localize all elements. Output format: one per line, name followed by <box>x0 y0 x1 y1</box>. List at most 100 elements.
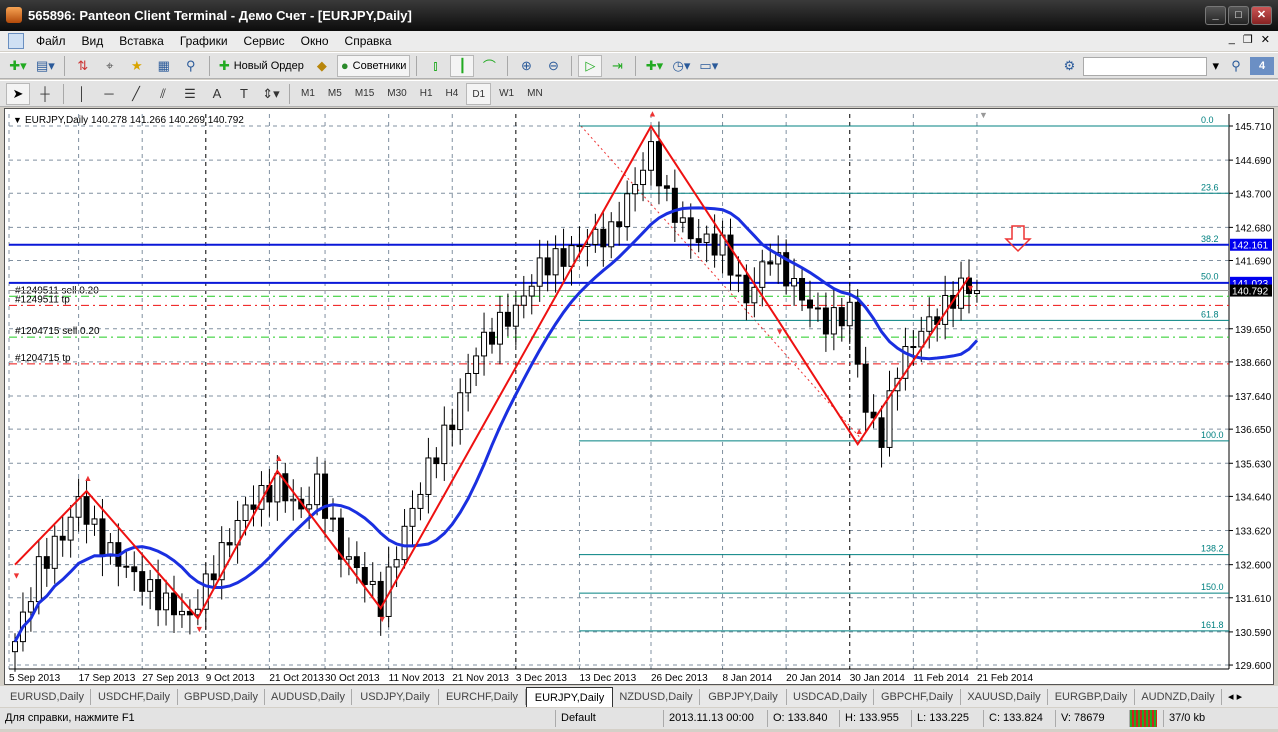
crosshair-icon[interactable]: ┼ <box>33 83 57 105</box>
timeframe-m15[interactable]: M15 <box>350 83 379 105</box>
timeframe-w1[interactable]: W1 <box>494 83 519 105</box>
chart-tab[interactable]: XAUUSD,Daily <box>961 688 1048 705</box>
candle-body <box>799 278 806 301</box>
timeframe-m30[interactable]: M30 <box>382 83 411 105</box>
bar-chart-icon[interactable]: ⫾ <box>423 55 447 77</box>
profiles-icon[interactable]: ▤▾ <box>33 55 58 77</box>
mdi-close-button[interactable]: ✕ <box>1261 33 1270 46</box>
timeframe-m1[interactable]: M1 <box>296 83 320 105</box>
candle-body <box>838 307 845 327</box>
candle-body <box>163 592 170 611</box>
fibonacci-icon[interactable]: ☰ <box>178 83 202 105</box>
timeframe-h4[interactable]: H4 <box>441 83 464 105</box>
date-tick-label: 30 Oct 2013 <box>325 673 380 684</box>
menu-tools[interactable]: Сервис <box>236 34 293 48</box>
fibo-level-label: 161.8 <box>1201 620 1224 630</box>
chart-tab[interactable]: EURUSD,Daily <box>4 688 91 705</box>
chart-tab[interactable]: USDCAD,Daily <box>787 688 874 705</box>
zoom-out-icon[interactable]: ⊖ <box>541 55 565 77</box>
chart-shift-icon[interactable]: ⇥ <box>605 55 629 77</box>
timeframe-d1[interactable]: D1 <box>466 82 492 105</box>
maximize-button[interactable]: □ <box>1228 6 1249 25</box>
price-chart[interactable]: 145.710 144.690 143.700 142.680 141.690 139.6… <box>5 109 1273 684</box>
fractal-down-icon: ▼ <box>775 326 784 336</box>
candle-body <box>846 301 853 327</box>
moving-average-line <box>13 206 979 643</box>
templates-icon[interactable]: ▭▾ <box>696 55 721 77</box>
strategy-tester-icon[interactable]: ⚲ <box>179 55 203 77</box>
cursor-icon[interactable]: ➤ <box>6 82 30 105</box>
date-tick-label: 5 Sep 2013 <box>9 673 61 684</box>
candle-body <box>822 307 829 335</box>
gear-icon[interactable]: ⚙ <box>1057 55 1081 77</box>
fractal-down-icon: ▼ <box>378 614 387 624</box>
candle-body <box>91 518 98 525</box>
search-icon[interactable]: ⚲ <box>1224 55 1248 77</box>
text-label-icon[interactable]: T <box>232 83 256 105</box>
new-order-button[interactable]: ✚ Новый Ордер <box>216 55 307 77</box>
menu-help[interactable]: Справка <box>337 34 400 48</box>
timeframe-m5[interactable]: M5 <box>323 83 347 105</box>
terminal-icon[interactable]: ▦ <box>152 55 176 77</box>
chart-tab[interactable]: GBPUSD,Daily <box>178 688 265 705</box>
chart-tab[interactable]: GBPJPY,Daily <box>700 688 787 705</box>
candle-body <box>401 525 408 561</box>
chart-tab[interactable]: AUDNZD,Daily <box>1135 688 1222 705</box>
menu-window[interactable]: Окно <box>293 34 337 48</box>
trendline-icon[interactable]: ╱ <box>124 83 148 105</box>
tab-scroll-arrows[interactable]: ◂ ▸ <box>1228 690 1242 703</box>
price-tick-label: 144.690 <box>1235 156 1272 167</box>
chart-tab[interactable]: EURCHF,Daily <box>439 688 526 705</box>
search-dropdown-icon[interactable]: ▾ <box>1209 55 1222 77</box>
window-title: 565896: Panteon Client Terminal - Демо С… <box>28 8 412 23</box>
menu-bar: Файл Вид Вставка Графики Сервис Окно Спр… <box>0 31 1278 51</box>
zoom-in-icon[interactable]: ⊕ <box>514 55 538 77</box>
text-icon[interactable]: A <box>205 83 229 105</box>
mdi-restore-button[interactable]: ❐ <box>1243 33 1253 46</box>
chart-tab[interactable]: EURGBP,Daily <box>1048 688 1135 705</box>
arrows-icon[interactable]: ⇕▾ <box>259 83 283 105</box>
status-profile: Default <box>555 710 663 727</box>
chart-tab[interactable]: GBPCHF,Daily <box>874 688 961 705</box>
fibo-level-label: 23.6 <box>1201 182 1219 192</box>
periods-icon[interactable]: ◷▾ <box>669 55 693 77</box>
chart-tab[interactable]: USDCHF,Daily <box>91 688 178 705</box>
timeframe-mn[interactable]: MN <box>522 83 548 105</box>
chart-tab[interactable]: NZDUSD,Daily <box>613 688 700 705</box>
auto-scroll-icon[interactable]: ▷ <box>578 54 603 77</box>
candle-body <box>322 473 329 519</box>
market-watch-icon[interactable]: ⇅ <box>71 55 95 77</box>
chart-tab[interactable]: AUDUSD,Daily <box>265 688 352 705</box>
fractal-up-icon: ▲ <box>648 109 657 118</box>
menu-insert[interactable]: Вставка <box>111 34 172 48</box>
candle-body <box>552 248 559 276</box>
close-button[interactable]: ✕ <box>1251 6 1272 25</box>
search-input[interactable] <box>1083 56 1208 76</box>
minimize-button[interactable]: _ <box>1205 6 1226 25</box>
menu-file[interactable]: Файл <box>28 34 74 48</box>
data-window-icon[interactable]: ⌖ <box>98 55 122 77</box>
menu-charts[interactable]: Графики <box>172 34 236 48</box>
mdi-minimize-button[interactable]: _ <box>1229 33 1235 46</box>
candle-body <box>520 295 527 306</box>
vertical-line-icon[interactable]: │ <box>70 83 94 105</box>
line-chart-icon[interactable]: ⌒ <box>477 55 501 77</box>
timeframe-h1[interactable]: H1 <box>415 83 438 105</box>
horizontal-line-icon[interactable]: ─ <box>97 83 121 105</box>
chart-tab[interactable]: USDJPY,Daily <box>352 688 439 705</box>
new-chart-icon[interactable]: ✚▾ <box>6 55 30 77</box>
chart-shift-marker-icon: ▼ <box>979 110 988 120</box>
indicators-icon[interactable]: ✚▾ <box>642 55 666 77</box>
chart-window[interactable]: 145.710 144.690 143.700 142.680 141.690 139.6… <box>4 108 1274 685</box>
notifications-button[interactable]: 4 <box>1250 57 1274 75</box>
metaeditor-icon[interactable]: ◆ <box>310 55 334 77</box>
equidistant-channel-icon[interactable]: ⫽ <box>151 83 175 105</box>
experts-button[interactable]: ● Советники <box>336 54 411 77</box>
status-traffic: 37/0 kb <box>1163 710 1233 727</box>
candle-body <box>178 610 185 616</box>
price-tick-label: 141.690 <box>1235 257 1272 268</box>
chart-tab[interactable]: EURJPY,Daily <box>526 686 613 707</box>
navigator-icon[interactable]: ★ <box>125 55 149 77</box>
candlestick-chart-icon[interactable]: ┃ <box>450 54 475 77</box>
menu-view[interactable]: Вид <box>74 34 112 48</box>
